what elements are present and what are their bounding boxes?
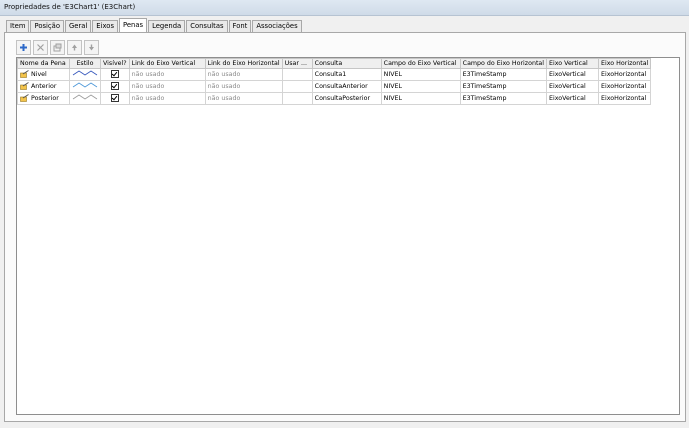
col-campo-eixo-horizontal[interactable]: Campo do Eixo Horizontal	[459, 58, 548, 69]
tab-font[interactable]: Font	[228, 20, 252, 32]
move-up-button[interactable]	[67, 40, 82, 55]
line-style-icon	[72, 82, 98, 88]
col-nome-da-pena[interactable]: Nome da Pena	[17, 58, 70, 69]
add-pen-button[interactable]	[16, 40, 31, 55]
table-row[interactable]: Nivel não usado não usado Consulta1 NIVE…	[17, 68, 652, 81]
properties-button[interactable]	[50, 40, 65, 55]
haxis-cell[interactable]: EixoHorizontal	[598, 92, 652, 105]
tab-consultas[interactable]: Consultas	[186, 20, 228, 32]
consulta-cell[interactable]: Consulta1	[311, 68, 382, 81]
pen-name-cell[interactable]: Anterior	[17, 80, 70, 93]
col-estilo[interactable]: Estilo	[69, 58, 101, 69]
col-usar[interactable]: Usar ...	[281, 58, 313, 69]
usar-cell[interactable]	[281, 80, 313, 93]
pen-toolbar	[16, 40, 99, 55]
visible-cell[interactable]	[100, 92, 130, 105]
tab-eixos[interactable]: Eixos	[92, 20, 118, 32]
vfield-cell[interactable]: NIVEL	[380, 92, 461, 105]
pens-grid[interactable]: Nome da Pena Estilo Visível? Link do Eix…	[16, 57, 680, 415]
title-bar: Propriedades de 'E3Chart1' (E3Chart)	[0, 0, 689, 16]
haxis-cell[interactable]: EixoHorizontal	[598, 68, 652, 81]
tab-posicao[interactable]: Posição	[30, 20, 64, 32]
visible-checkbox[interactable]	[110, 70, 119, 78]
consulta-cell[interactable]: ConsultaPosterior	[311, 92, 382, 105]
pen-name: Nivel	[31, 71, 47, 78]
vlink-cell[interactable]: não usado	[128, 68, 206, 81]
hfield-cell[interactable]: E3TimeStamp	[459, 80, 548, 93]
pen-name-cell[interactable]: Posterior	[17, 92, 70, 105]
col-consulta[interactable]: Consulta	[311, 58, 382, 69]
col-eixo-vertical[interactable]: Eixo Vertical	[546, 58, 600, 69]
window-title: Propriedades de 'E3Chart1' (E3Chart)	[4, 3, 136, 11]
line-style-icon	[72, 70, 98, 76]
vlink-cell[interactable]: não usado	[128, 92, 206, 105]
vaxis-cell[interactable]: EixoVertical	[546, 92, 600, 105]
hlink-cell[interactable]: não usado	[204, 68, 283, 81]
vaxis-cell[interactable]: EixoVertical	[546, 68, 600, 81]
pen-icon	[20, 82, 29, 90]
visible-checkbox[interactable]	[110, 82, 119, 90]
col-campo-eixo-vertical[interactable]: Campo do Eixo Vertical	[380, 58, 461, 69]
pen-style-cell[interactable]	[69, 80, 101, 93]
line-style-icon	[72, 94, 98, 100]
arrow-down-icon	[89, 44, 94, 51]
move-down-button[interactable]	[84, 40, 99, 55]
col-visivel[interactable]: Visível?	[100, 58, 130, 69]
visible-cell[interactable]	[100, 68, 130, 81]
pen-name-cell[interactable]: Nivel	[17, 68, 70, 81]
hfield-cell[interactable]: E3TimeStamp	[459, 68, 548, 81]
pens-table: Nome da Pena Estilo Visível? Link do Eix…	[17, 58, 652, 105]
table-row[interactable]: Posterior não usado não usado ConsultaPo…	[17, 92, 652, 105]
vfield-cell[interactable]: NIVEL	[380, 68, 461, 81]
consulta-cell[interactable]: ConsultaAnterior	[311, 80, 382, 93]
table-row[interactable]: Anterior não usado não usado ConsultaAnt…	[17, 80, 652, 93]
vlink-cell[interactable]: não usado	[128, 80, 206, 93]
haxis-cell[interactable]: EixoHorizontal	[598, 80, 652, 93]
plus-icon	[20, 44, 27, 51]
vfield-cell[interactable]: NIVEL	[380, 80, 461, 93]
vaxis-cell[interactable]: EixoVertical	[546, 80, 600, 93]
tab-legenda[interactable]: Legenda	[148, 20, 186, 32]
properties-icon	[53, 43, 62, 52]
pen-name: Anterior	[31, 83, 57, 90]
usar-cell[interactable]	[281, 68, 313, 81]
usar-cell[interactable]	[281, 92, 313, 105]
penas-panel: Nome da Pena Estilo Visível? Link do Eix…	[4, 32, 686, 422]
pen-style-cell[interactable]	[69, 92, 101, 105]
tab-item[interactable]: Item	[6, 20, 30, 32]
col-link-eixo-horizontal[interactable]: Link do Eixo Horizontal	[204, 58, 283, 69]
hlink-cell[interactable]: não usado	[204, 92, 283, 105]
hlink-cell[interactable]: não usado	[204, 80, 283, 93]
col-eixo-horizontal[interactable]: Eixo Horizontal	[598, 58, 652, 69]
pen-style-cell[interactable]	[69, 68, 101, 81]
visible-cell[interactable]	[100, 80, 130, 93]
tab-geral[interactable]: Geral	[65, 20, 92, 32]
delete-pen-button[interactable]	[33, 40, 48, 55]
grid-header-row: Nome da Pena Estilo Visível? Link do Eix…	[17, 58, 652, 69]
tab-strip: Item Posição Geral Eixos Penas Legenda C…	[6, 18, 303, 32]
tab-associacoes[interactable]: Associações	[252, 20, 302, 32]
pen-name: Posterior	[31, 95, 59, 102]
pen-icon	[20, 94, 29, 102]
col-link-eixo-vertical[interactable]: Link do Eixo Vertical	[128, 58, 206, 69]
arrow-up-icon	[72, 44, 77, 51]
tab-penas[interactable]: Penas	[119, 18, 148, 32]
visible-checkbox[interactable]	[110, 94, 119, 102]
pen-icon	[20, 70, 29, 78]
hfield-cell[interactable]: E3TimeStamp	[459, 92, 548, 105]
x-icon	[37, 44, 44, 51]
